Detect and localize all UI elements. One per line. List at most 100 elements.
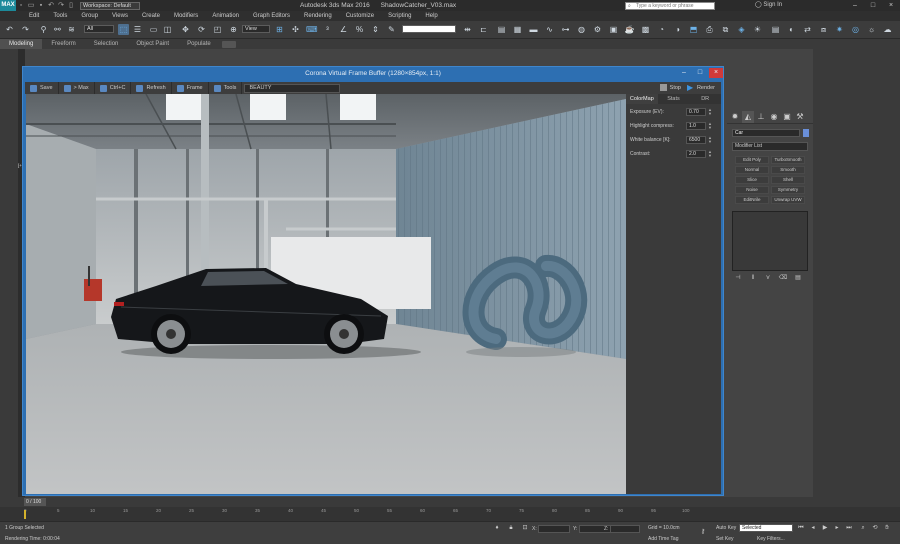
save-file-icon[interactable]: ▪ [36,0,46,11]
add-time-tag[interactable]: Add Time Tag [648,536,678,542]
highlight-compress-field[interactable]: 1.0 [686,122,706,130]
mirror-icon[interactable]: ⇹ [462,24,473,35]
go-to-start-icon[interactable]: ⏮ [796,524,806,533]
modify-tab-icon[interactable]: ◭ [742,110,754,123]
next-frame-icon[interactable]: ▸ [832,524,842,533]
unlink-icon[interactable]: ⚯ [52,24,63,35]
tab-populate[interactable]: Populate [178,39,220,49]
highlight-compress-spinner[interactable]: ▲ ▼ [708,122,713,130]
zoom-icon[interactable]: ⌕ [858,524,868,533]
vfb-close-button[interactable]: × [709,68,723,78]
tab-modeling[interactable]: Modeling [0,39,43,49]
configure-sets-icon[interactable]: ▤ [793,274,803,282]
corona-light-icon[interactable]: ✷ [834,24,845,35]
tab-freeform[interactable]: Freeform [42,39,84,49]
window-crossing-icon[interactable]: ◫ [162,24,173,35]
select-object-icon[interactable]: ⬚ [118,24,129,35]
render-production-icon[interactable]: ☕ [624,24,635,35]
hierarchy-tab-icon[interactable]: ⊥ [755,111,767,123]
menu-rendering[interactable]: Rendering [297,11,339,21]
minimize-button[interactable]: – [846,0,864,11]
menu-create[interactable]: Create [135,11,167,21]
manipulate-icon[interactable]: ✣ [290,24,301,35]
snap-toggle-icon[interactable]: ³ [322,24,333,35]
z-coord-field[interactable] [610,525,640,533]
exposure-spinner[interactable]: ▲ ▼ [708,108,713,116]
angle-snap-icon[interactable]: ∠ [338,24,349,35]
modifier-turbosmooth-button[interactable]: TurboSmooth [771,156,805,164]
menu-scripting[interactable]: Scripting [381,11,418,21]
corona-sky-icon[interactable]: ☁ [882,24,893,35]
print-size-icon[interactable]: ⎙ [704,24,715,35]
render-element-select[interactable]: BEAUTY [244,83,341,93]
modifier-edit-poly-button[interactable]: Edit Poly [735,156,769,164]
tab-stats[interactable]: Stats [658,94,690,104]
tab-object-paint[interactable]: Object Paint [127,39,178,49]
vfb-to-max-button[interactable]: > Max [59,82,95,94]
key-filters-button[interactable]: Key Filters... [757,536,785,542]
key-mode-select[interactable]: Selected [739,524,793,532]
environment-icon[interactable]: ▩ [640,24,651,35]
align-icon[interactable]: ⊏ [478,24,489,35]
maximize-button[interactable]: □ [864,0,882,11]
edit-named-sel-icon[interactable]: ✎ [386,24,397,35]
menu-animation[interactable]: Animation [205,11,246,21]
isolate-icon[interactable]: ♦ [492,524,502,533]
white-balance-field[interactable]: 6500 [686,136,706,144]
pan-icon[interactable]: ✋︎ [882,524,892,533]
corona-sun-icon[interactable]: ☼ [866,24,877,35]
menu-views[interactable]: Views [105,11,135,21]
show-end-result-icon[interactable]: ‖ [748,274,758,282]
redo-icon[interactable]: ↷ [56,0,66,11]
corona-proxy-icon[interactable]: ⧈ [818,24,829,35]
lock-selection-icon[interactable]: 🔒︎ [506,524,516,533]
corona-interactive-icon[interactable]: ◐ [786,24,797,35]
activeshade-icon[interactable]: ◑ [672,24,683,35]
bind-spacewarp-icon[interactable]: ≋ [66,24,77,35]
undo-icon[interactable]: ↶ [46,0,56,11]
auto-key-button[interactable]: Auto Key [716,525,736,531]
remove-modifier-icon[interactable]: ⌫ [778,274,788,282]
utilities-tab-icon[interactable]: ⚒ [794,111,806,123]
menu-edit[interactable]: Edit [22,11,46,21]
make-unique-icon[interactable]: ⋎ [763,274,773,282]
reference-coord-select[interactable]: View [242,25,270,33]
rotate-icon[interactable]: ⟳ [196,24,207,35]
corona-vfb-icon[interactable]: ▤ [770,24,781,35]
select-by-name-icon[interactable]: ☰ [132,24,143,35]
key-icon[interactable]: ⚷ [698,528,708,537]
vfb-save-button[interactable]: Save [25,82,59,94]
vfb-render-button[interactable]: ▶ Render [687,82,715,94]
prev-frame-icon[interactable]: ◂ [808,524,818,533]
time-slider[interactable]: 0 / 100 [0,497,900,507]
corona-camera-icon[interactable]: ◎ [850,24,861,35]
rect-selection-icon[interactable]: ▭ [148,24,159,35]
vfb-minimize-button[interactable]: – [677,68,691,78]
corona-icon[interactable]: ☀ [752,24,763,35]
abs-mode-icon[interactable]: ⊡ [520,524,530,533]
pivot-center-icon[interactable]: ⊞ [274,24,285,35]
tab-colormap[interactable]: ColorMap [626,94,658,104]
close-button[interactable]: × [882,0,900,11]
material-editor-icon[interactable]: ◍ [576,24,587,35]
vfb-frame-button[interactable]: Frame [172,82,209,94]
menu-modifiers[interactable]: Modifiers [167,11,205,21]
schematic-view-icon[interactable]: ⊶ [560,24,571,35]
ribbon-options-button[interactable] [221,40,236,48]
motion-tab-icon[interactable]: ◉ [768,111,780,123]
spinner-snap-icon[interactable]: ⇕ [370,24,381,35]
vfb-stop-button[interactable]: Stop [659,82,681,94]
layer-explorer-icon[interactable]: ▤ [496,24,507,35]
menu-customize[interactable]: Customize [339,11,381,21]
modifier-symmetry-button[interactable]: Symmetry [771,186,805,194]
play-icon[interactable]: ▶ [820,524,830,533]
keyboard-shortcut-icon[interactable]: ⌨ [306,24,318,35]
modifier-noise-button[interactable]: Noise [735,186,769,194]
new-file-icon[interactable]: ▫ [16,0,26,11]
redo-icon[interactable]: ↷ [20,24,31,35]
scene-explorer-icon[interactable]: ▦ [512,24,523,35]
modifier-editnrile-button[interactable]: EditNrile [735,196,769,204]
create-tab-icon[interactable]: ✹ [729,111,741,123]
exposure-field[interactable]: 0.70 [686,108,706,116]
vfb-maximize-button[interactable]: □ [693,68,707,78]
